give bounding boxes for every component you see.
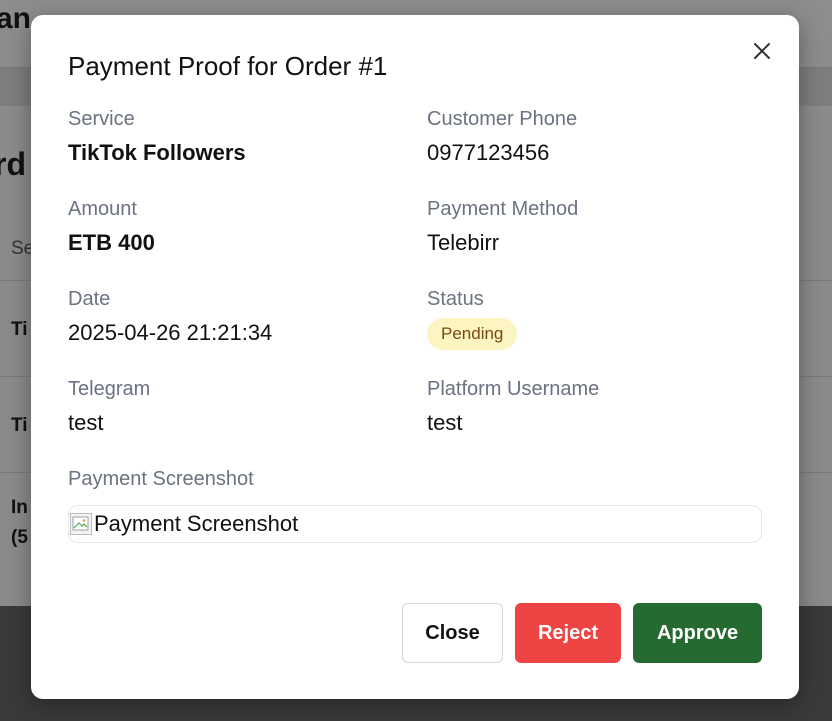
background-row-text: In (11, 497, 28, 518)
customer-phone-label: Customer Phone (427, 108, 578, 130)
payment-proof-modal: Payment Proof for Order #1 Service TikTo… (31, 15, 799, 699)
screenshot-alt-text: Payment Screenshot (94, 511, 299, 536)
date-value: 2025-04-26 21:21:34 (68, 320, 273, 345)
broken-image-icon (70, 513, 92, 535)
background-row-text: Ti (11, 319, 28, 340)
payment-method-value: Telebirr (427, 230, 500, 255)
status-badge: Pending (427, 318, 518, 350)
modal-title: Payment Proof for Order #1 (68, 51, 388, 81)
date-label: Date (68, 288, 111, 310)
payment-method-label: Payment Method (427, 198, 579, 220)
close-icon[interactable] (748, 37, 776, 65)
service-label: Service (68, 108, 135, 130)
reject-button[interactable]: Reject (515, 603, 621, 663)
background-app-title: an (0, 2, 32, 35)
platform-username-value: test (427, 410, 463, 435)
approve-button[interactable]: Approve (633, 603, 762, 663)
customer-phone-value: 0977123456 (427, 140, 550, 165)
status-label: Status (427, 288, 484, 310)
telegram-label: Telegram (68, 378, 151, 400)
payment-screenshot-image[interactable]: Payment Screenshot (68, 505, 762, 543)
close-button[interactable]: Close (402, 603, 503, 663)
platform-username-label: Platform Username (427, 378, 600, 400)
amount-label: Amount (68, 198, 137, 220)
payment-screenshot-label: Payment Screenshot (68, 468, 254, 490)
background-row-text: (5 (11, 527, 28, 548)
background-row-text: Ti (11, 415, 28, 436)
telegram-value: test (68, 410, 104, 435)
service-value: TikTok Followers (68, 140, 246, 165)
background-page-heading: rd (0, 146, 26, 182)
amount-value: ETB 400 (68, 230, 155, 255)
